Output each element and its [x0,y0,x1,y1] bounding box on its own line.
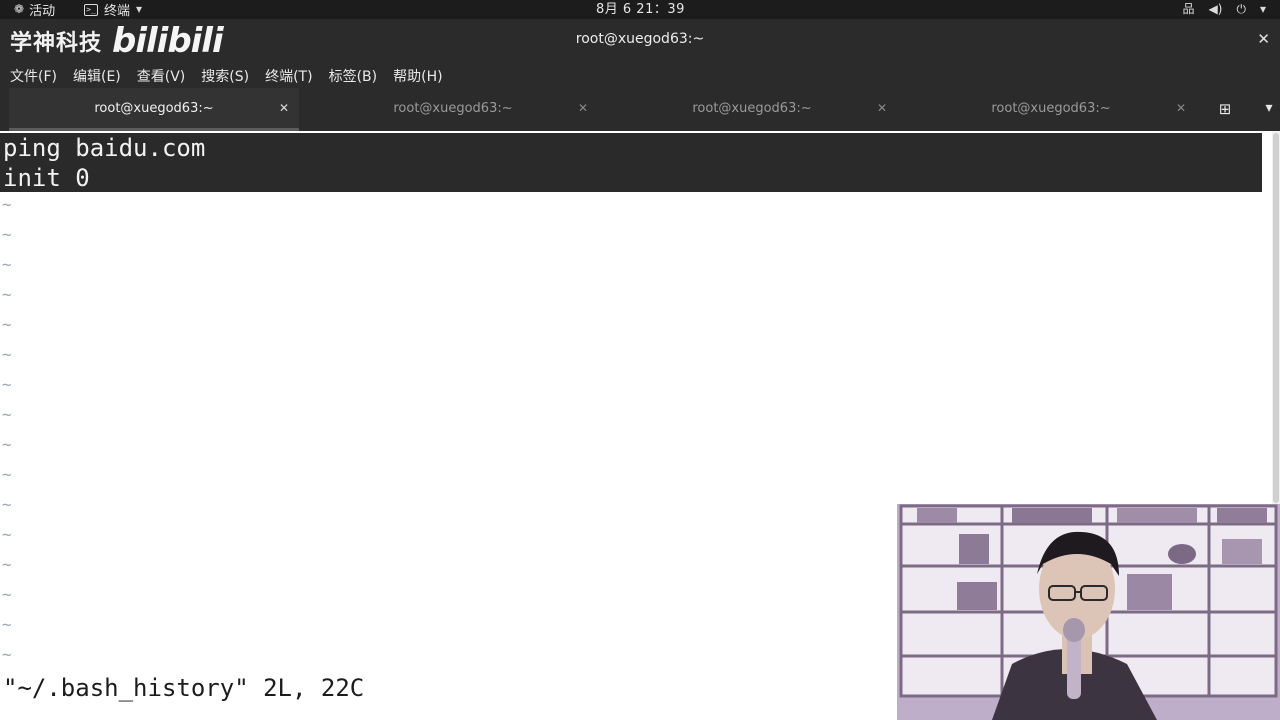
tab-2[interactable]: root@xuegod63:~ ✕ [308,88,598,131]
empty-line-marker: ~ [2,225,12,244]
empty-line-marker: ~ [2,285,12,304]
empty-line-marker: ~ [2,405,12,424]
empty-line-marker: ~ [2,585,12,604]
new-tab-icon[interactable]: ⊞ [1215,100,1235,120]
empty-line-marker: ~ [2,495,12,514]
tab-bar: root@xuegod63:~ ✕ root@xuegod63:~ ✕ root… [0,88,1280,131]
vim-status-line: "~/.bash_history" 2L, 22C [3,674,365,702]
tab-3[interactable]: root@xuegod63:~ ✕ [607,88,897,131]
empty-line-marker: ~ [2,615,12,634]
menu-help[interactable]: 帮助(H) [393,66,442,86]
tab-label: root@xuegod63:~ [991,101,1111,116]
menu-bar: 文件(F) 编辑(E) 查看(V) 搜索(S) 终端(T) 标签(B) 帮助(H… [0,64,1280,88]
app-menu-label: 终端 [104,4,131,19]
empty-line-marker: ~ [2,525,12,544]
tab-list-icon[interactable]: ▾ [1262,100,1276,120]
tab-close-icon[interactable]: ✕ [877,101,887,115]
chevron-down-icon[interactable]: ▾ [1260,0,1266,19]
menu-view[interactable]: 查看(V) [137,66,186,86]
activities-label: 活动 [29,4,56,19]
webcam-overlay [897,504,1280,720]
power-icon[interactable]: ⏻ [1236,0,1246,19]
terminal-app-icon: >_ [84,3,98,16]
menu-file[interactable]: 文件(F) [10,66,57,86]
tab-close-icon[interactable]: ✕ [1176,101,1186,115]
volume-icon[interactable]: ◀) [1209,0,1223,19]
menu-search[interactable]: 搜索(S) [201,66,249,86]
window-title: root@xuegod63:~ [575,31,705,47]
system-tray[interactable]: 品 ◀) ⏻ ▾ [1183,0,1266,19]
scrollbar-thumb[interactable] [1273,133,1279,503]
tab-1[interactable]: root@xuegod63:~ ✕ [9,88,299,131]
tab-4[interactable]: root@xuegod63:~ ✕ [906,88,1196,131]
menu-terminal[interactable]: 终端(T) [265,66,312,86]
chevron-down-icon: ▾ [136,2,143,16]
app-menu-button[interactable]: >_ 终端 ▾ [84,0,142,19]
window-title-bar[interactable]: 学神科技 bilibili root@xuegod63:~ ✕ [0,19,1280,64]
empty-line-marker: ~ [2,195,12,214]
gnome-top-bar: ❁ 活动 >_ 终端 ▾ 8月 6 21：39 品 ◀) ⏻ ▾ [0,0,1280,19]
close-icon[interactable]: ✕ [1257,30,1270,48]
presenter-video [897,504,1280,720]
tab-label: root@xuegod63:~ [94,101,214,116]
tab-close-icon[interactable]: ✕ [578,101,588,115]
empty-line-marker: ~ [2,555,12,574]
activities-button[interactable]: ❁ 活动 [14,0,55,19]
clock[interactable]: 8月 6 21：39 [596,0,685,19]
empty-line-marker: ~ [2,255,12,274]
empty-line-marker: ~ [2,645,12,664]
tab-label: root@xuegod63:~ [393,101,513,116]
editor-line-1: ping baidu.com [3,134,206,162]
menu-tabs[interactable]: 标签(B) [329,66,378,86]
empty-line-marker: ~ [2,435,12,454]
network-icon[interactable]: 品 [1183,0,1195,19]
empty-line-marker: ~ [2,375,12,394]
activities-icon: ❁ [14,2,25,16]
tab-label: root@xuegod63:~ [692,101,812,116]
editor-line-2: init 0 [3,164,90,192]
menu-edit[interactable]: 编辑(E) [73,66,121,86]
tab-close-icon[interactable]: ✕ [279,101,289,115]
empty-line-marker: ~ [2,465,12,484]
empty-line-marker: ~ [2,315,12,334]
empty-line-marker: ~ [2,345,12,364]
